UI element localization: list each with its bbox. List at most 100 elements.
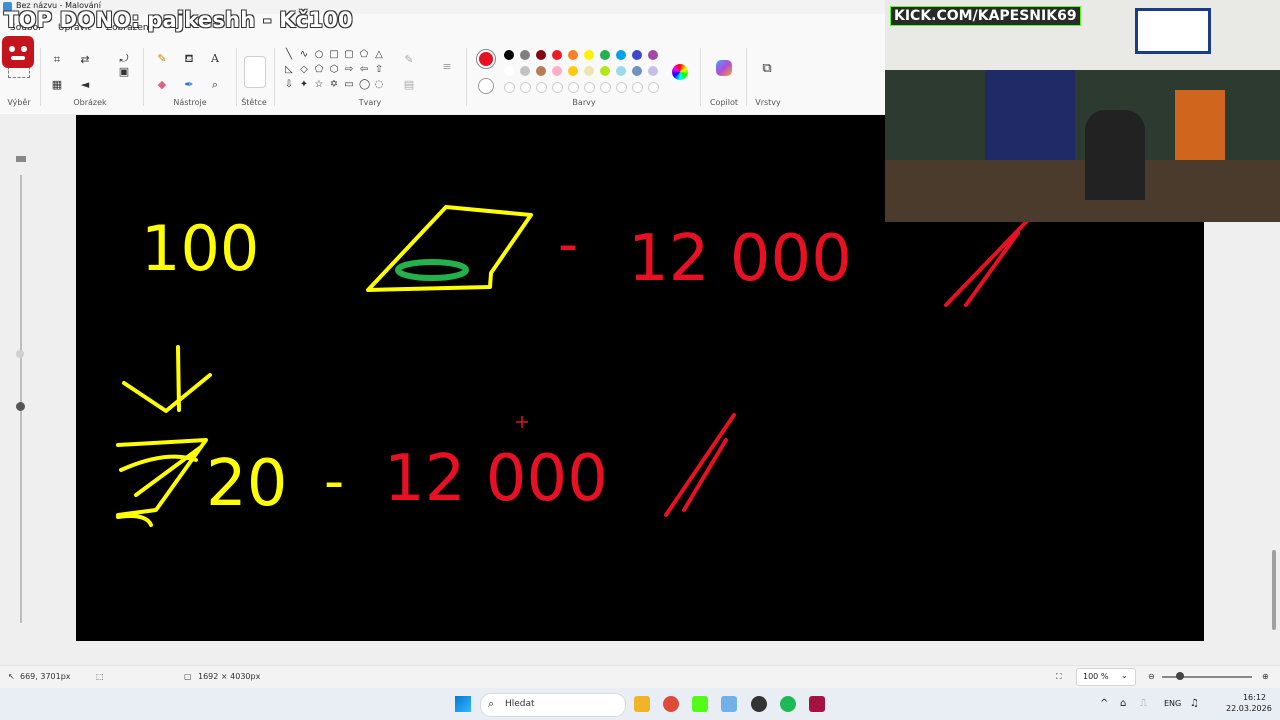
copilot-icon[interactable]: [716, 60, 732, 76]
text-tool-icon[interactable]: A: [208, 52, 222, 66]
clock-date[interactable]: 22.03.2026: [1226, 704, 1272, 713]
outline-icon[interactable]: ✎: [402, 53, 416, 67]
color-swatch[interactable]: [632, 66, 642, 76]
file-explorer-icon[interactable]: [634, 696, 650, 712]
up-arrow-shape-icon[interactable]: ⇧: [374, 65, 384, 75]
callout-rect-icon[interactable]: ▭: [344, 80, 354, 90]
group-label-colors: Barvy: [572, 98, 596, 107]
color-swatch[interactable]: [504, 82, 515, 93]
canvas-scrollbar[interactable]: [1272, 550, 1276, 630]
color-swatch[interactable]: [552, 82, 563, 93]
callout-cloud-icon[interactable]: ◌: [374, 80, 384, 90]
chrome-icon[interactable]: [663, 696, 679, 712]
color-swatch[interactable]: [568, 66, 578, 76]
size-icon[interactable]: ≡: [440, 60, 454, 74]
app-icon[interactable]: [809, 696, 825, 712]
microphone-icon[interactable]: ⎍: [1140, 698, 1147, 709]
color-swatch[interactable]: [520, 82, 531, 93]
right-triangle-shape-icon[interactable]: ◺: [284, 65, 294, 75]
color-picker-icon[interactable]: ✒: [182, 78, 196, 92]
shape-fill-icon[interactable]: ▤: [402, 78, 416, 92]
five-point-star-icon[interactable]: ☆: [314, 80, 324, 90]
color-swatch[interactable]: [584, 50, 594, 60]
color-swatch[interactable]: [536, 82, 547, 93]
chevron-up-icon[interactable]: ^: [1100, 698, 1108, 709]
fit-to-window-icon[interactable]: ⛶: [1056, 672, 1062, 682]
brush-size-slider[interactable]: [20, 175, 22, 623]
paint-taskbar-icon[interactable]: [721, 696, 737, 712]
webcam-desk: [885, 160, 1280, 222]
polygon-shape-icon[interactable]: ⬠: [359, 50, 369, 60]
zoom-select[interactable]: 100 % ⌄: [1076, 668, 1136, 686]
color-swatch[interactable]: [616, 82, 627, 93]
color-swatch[interactable]: [536, 50, 546, 60]
color-swatch[interactable]: [520, 66, 530, 76]
select-all-icon[interactable]: ◄: [78, 78, 92, 92]
color-swatch[interactable]: [584, 82, 595, 93]
color-swatch[interactable]: [568, 50, 578, 60]
color-swatch[interactable]: [632, 82, 643, 93]
resize-icon[interactable]: ⇄: [78, 53, 92, 67]
brush-icon[interactable]: [244, 56, 266, 88]
color-swatch[interactable]: [520, 50, 530, 60]
clock-time[interactable]: 16:12: [1226, 693, 1266, 702]
speaker-icon[interactable]: ♫: [1190, 698, 1199, 709]
zoom-slider-thumb[interactable]: [1176, 672, 1184, 680]
kick-app-icon[interactable]: [692, 696, 708, 712]
color-swatch[interactable]: [648, 82, 659, 93]
color-swatch[interactable]: [648, 66, 658, 76]
color-swatch[interactable]: [504, 66, 514, 76]
rotate-icon[interactable]: ⤾: [117, 52, 131, 66]
network-icon[interactable]: ⌂: [1120, 698, 1126, 709]
obs-icon[interactable]: [751, 696, 767, 712]
slider-thumb[interactable]: [16, 350, 24, 358]
right-arrow-shape-icon[interactable]: ⇨: [344, 65, 354, 75]
rectangle-shape-icon[interactable]: □: [329, 50, 339, 60]
triangle-shape-icon[interactable]: △: [374, 50, 384, 60]
color-swatch[interactable]: [600, 82, 611, 93]
rounded-rect-shape-icon[interactable]: ▢: [344, 50, 354, 60]
six-point-star-icon[interactable]: ✡: [329, 80, 339, 90]
shapes-gallery[interactable]: ╲ ∿ ○ □ ▢ ⬠ △ ◺ ◇ ⬠ ⬡ ⇨ ⇦ ⇧ ⇩ ✦ ☆ ✡ ▭ ◯ …: [284, 50, 390, 96]
magnifier-icon[interactable]: ⌕: [208, 78, 222, 92]
color-swatch[interactable]: [600, 66, 610, 76]
spotify-icon[interactable]: [780, 696, 796, 712]
color-swatch[interactable]: [504, 50, 514, 60]
search-placeholder: Hledat: [505, 699, 535, 709]
color-swatch[interactable]: [584, 66, 594, 76]
four-point-star-icon[interactable]: ✦: [299, 80, 309, 90]
color-swatch[interactable]: [552, 66, 562, 76]
secondary-color-swatch[interactable]: [478, 78, 494, 94]
callout-oval-icon[interactable]: ◯: [359, 80, 370, 90]
crop-icon[interactable]: ⌗: [50, 53, 64, 67]
color-swatch[interactable]: [536, 66, 546, 76]
zoom-in-icon[interactable]: ⊕: [1262, 672, 1269, 681]
taskbar-search[interactable]: ⌕ Hledat: [480, 693, 626, 717]
image-select-icon[interactable]: ▣: [117, 65, 131, 79]
diamond-shape-icon[interactable]: ◇: [299, 65, 309, 75]
left-arrow-shape-icon[interactable]: ⇦: [359, 65, 369, 75]
language-indicator[interactable]: ENG: [1164, 699, 1181, 708]
eraser-icon[interactable]: ◆: [155, 78, 169, 92]
color-swatch[interactable]: [616, 50, 626, 60]
down-arrow-shape-icon[interactable]: ⇩: [284, 80, 294, 90]
curve-shape-icon[interactable]: ∿: [299, 50, 309, 60]
color-swatch[interactable]: [632, 50, 642, 60]
oval-shape-icon[interactable]: ○: [314, 50, 324, 60]
line-shape-icon[interactable]: ╲: [284, 50, 294, 60]
color-swatch[interactable]: [552, 50, 562, 60]
color-swatch[interactable]: [648, 50, 658, 60]
pentagon-shape-icon[interactable]: ⬠: [314, 65, 324, 75]
primary-color-ring[interactable]: [476, 49, 496, 69]
color-swatch[interactable]: [568, 82, 579, 93]
hexagon-shape-icon[interactable]: ⬡: [329, 65, 339, 75]
zoom-out-icon[interactable]: ⊖: [1148, 672, 1155, 681]
start-icon[interactable]: [455, 696, 471, 712]
pencil-icon[interactable]: ✎: [155, 52, 169, 66]
color-swatch[interactable]: [616, 66, 626, 76]
color-swatch[interactable]: [600, 50, 610, 60]
fill-bucket-icon[interactable]: ⛾: [182, 52, 196, 66]
layers-icon[interactable]: ⧉: [760, 62, 774, 76]
flip-icon[interactable]: ▦: [50, 78, 64, 92]
edit-colors-icon[interactable]: [672, 64, 688, 80]
